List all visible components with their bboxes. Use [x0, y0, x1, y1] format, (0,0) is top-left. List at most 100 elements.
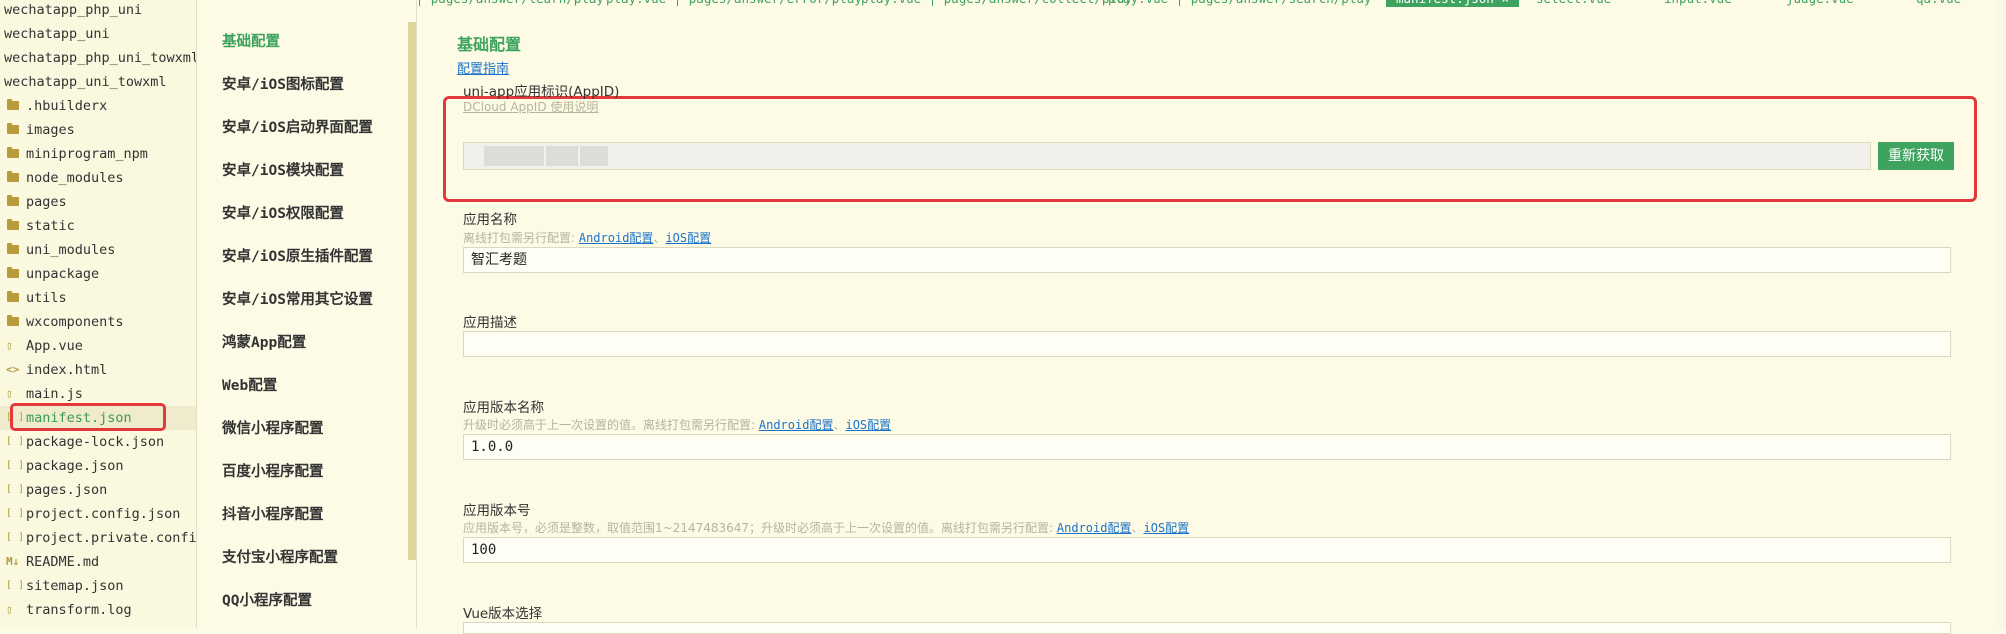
settings-nav-item[interactable]: 安卓/iOS常用其它设置 — [222, 288, 373, 312]
tree-item-label: App.vue — [26, 338, 83, 354]
settings-nav-item[interactable]: QQ小程序配置 — [222, 589, 312, 613]
refetch-appid-button[interactable]: 重新获取 — [1878, 142, 1954, 170]
tree-item-label: package.json — [26, 458, 124, 474]
file-item[interactable]: [ ] package.json — [0, 454, 196, 478]
file-item[interactable]: M↓ README.md — [0, 550, 196, 574]
file-tree: wechatapp_php_uni wechatapp_uni wechatapp_… — [0, 0, 197, 628]
tree-item-label: project.private.config.js... — [26, 530, 196, 546]
settings-nav-item[interactable]: 百度小程序配置 — [222, 460, 324, 484]
ios-config-link[interactable]: iOS配置 — [845, 418, 891, 432]
settings-nav-scrollbar[interactable] — [408, 22, 416, 560]
folder-item[interactable]: static — [0, 214, 196, 238]
tree-item-label: package-lock.json — [26, 434, 165, 450]
folder-icon — [6, 238, 20, 262]
appid-label: uni-app应用标识(AppID) — [463, 84, 620, 100]
folder-item[interactable]: unpackage — [0, 262, 196, 286]
redacted-block — [546, 146, 578, 166]
tree-item-label: utils — [26, 290, 67, 306]
folder-item[interactable]: miniprogram_npm — [0, 142, 196, 166]
settings-nav-item[interactable]: 安卓/iOS图标配置 — [222, 73, 344, 97]
file-item[interactable]: [ ] pages.json — [0, 478, 196, 502]
version-name-label: 应用版本名称 — [463, 400, 544, 416]
tree-item-label: unpackage — [26, 266, 100, 282]
file-item[interactable]: [ ] package-lock.json — [0, 430, 196, 454]
vue-version-select[interactable] — [463, 622, 1951, 634]
project-item[interactable]: wechatapp_uni — [0, 22, 196, 46]
folder-item[interactable]: utils — [0, 286, 196, 310]
desc-sep: 、 — [1131, 521, 1144, 535]
file-item[interactable]: ▯ transform.log — [0, 598, 196, 622]
file-item[interactable]: ▯ App.vue — [0, 334, 196, 358]
log-file-icon: ▯ — [6, 603, 13, 616]
ios-config-link[interactable]: iOS配置 — [665, 231, 711, 245]
project-item[interactable]: wechatapp_php_uni_towxml — [0, 46, 196, 70]
tree-item-label: README.md — [26, 554, 100, 570]
vue-file-icon: ▯ — [6, 339, 13, 352]
json-file-icon: [ ] — [6, 508, 25, 519]
settings-nav-item[interactable]: 抖音小程序配置 — [222, 503, 324, 527]
tree-item-label: pages.json — [26, 482, 108, 498]
folder-item[interactable]: node_modules — [0, 166, 196, 190]
settings-nav-item[interactable]: Web配置 — [222, 374, 277, 398]
settings-nav-item[interactable]: 支付宝小程序配置 — [222, 546, 338, 570]
settings-nav: 基础配置 安卓/iOS图标配置 安卓/iOS启动界面配置 安卓/iOS模块配置 安卓/i… — [197, 0, 417, 628]
folder-item[interactable]: .hbuilderx — [0, 94, 196, 118]
tree-item-label: .hbuilderx — [26, 98, 108, 114]
android-config-link[interactable]: Android配置 — [579, 231, 654, 245]
desc-sep: 、 — [653, 231, 666, 245]
file-item[interactable]: [ ]project.private.config.js... — [0, 526, 196, 550]
app-desc-input[interactable] — [463, 331, 1951, 357]
project-item[interactable]: wechatapp_php_uni — [0, 0, 196, 22]
appid-help-link[interactable]: DCloud AppID 使用说明 — [463, 98, 598, 115]
json-file-icon: [ ] — [6, 532, 25, 543]
settings-nav-item[interactable]: 微信小程序配置 — [222, 417, 324, 441]
tree-item-label: uni_modules — [26, 242, 116, 258]
version-code-label: 应用版本号 — [463, 503, 531, 519]
desc-text: 升级时必须高于上一次设置的值。离线打包需另行配置: — [463, 418, 759, 432]
tree-item-label: wechatapp_uni — [4, 26, 110, 42]
tree-item-label: static — [26, 218, 75, 234]
version-name-input[interactable]: 1.0.0 — [463, 434, 1951, 460]
redacted-block — [484, 146, 544, 166]
settings-nav-item[interactable]: 安卓/iOS启动界面配置 — [222, 116, 373, 140]
tree-item-label: wxcomponents — [26, 314, 124, 330]
folder-item[interactable]: uni_modules — [0, 238, 196, 262]
app-name-input[interactable]: 智汇考题 — [463, 247, 1951, 273]
version-name-desc: 升级时必须高于上一次设置的值。离线打包需另行配置: Android配置、iOS配… — [463, 416, 891, 433]
desc-text: 离线打包需另行配置: — [463, 231, 579, 245]
folder-icon — [6, 214, 20, 238]
file-item[interactable]: <> index.html — [0, 358, 196, 382]
tree-item-label: project.config.json — [26, 506, 181, 522]
json-file-icon: [ ] — [6, 436, 25, 447]
folder-item[interactable]: pages — [0, 190, 196, 214]
html-file-icon: <> — [6, 363, 20, 376]
folder-item[interactable]: images — [0, 118, 196, 142]
file-item[interactable]: [ ] sitemap.json — [0, 574, 196, 598]
settings-nav-item[interactable]: 安卓/iOS权限配置 — [222, 202, 344, 226]
tree-item-label: wechatapp_php_uni_towxml — [4, 50, 196, 66]
android-config-link[interactable]: Android配置 — [1057, 521, 1132, 535]
ios-config-link[interactable]: iOS配置 — [1144, 521, 1190, 535]
settings-nav-item[interactable]: 安卓/iOS模块配置 — [222, 159, 344, 183]
folder-icon — [6, 190, 20, 214]
json-file-icon: [ ] — [6, 484, 25, 495]
settings-nav-item[interactable]: 鸿蒙App配置 — [222, 331, 306, 355]
redacted-block — [580, 146, 608, 166]
config-guide-link[interactable]: 配置指南 — [457, 58, 509, 77]
project-item[interactable]: wechatapp_uni_towxml — [0, 70, 196, 94]
tree-item-label: sitemap.json — [26, 578, 124, 594]
folder-item[interactable]: wxcomponents — [0, 310, 196, 334]
selected-file-highlight — [10, 403, 166, 431]
version-code-input[interactable]: 100 — [463, 537, 1951, 563]
android-config-link[interactable]: Android配置 — [759, 418, 834, 432]
settings-nav-item[interactable]: 基础配置 — [222, 30, 280, 54]
tree-item-label: wechatapp_uni_towxml — [4, 74, 167, 90]
appid-field[interactable] — [463, 142, 1871, 170]
main-scrollbar[interactable] — [1997, 0, 2006, 628]
app-name-desc: 离线打包需另行配置: Android配置、iOS配置 — [463, 229, 711, 246]
tree-item-label: node_modules — [26, 170, 124, 186]
settings-nav-item[interactable]: 安卓/iOS原生插件配置 — [222, 245, 373, 269]
tree-item-label: images — [26, 122, 75, 138]
folder-icon — [6, 94, 20, 118]
file-item[interactable]: [ ] project.config.json — [0, 502, 196, 526]
